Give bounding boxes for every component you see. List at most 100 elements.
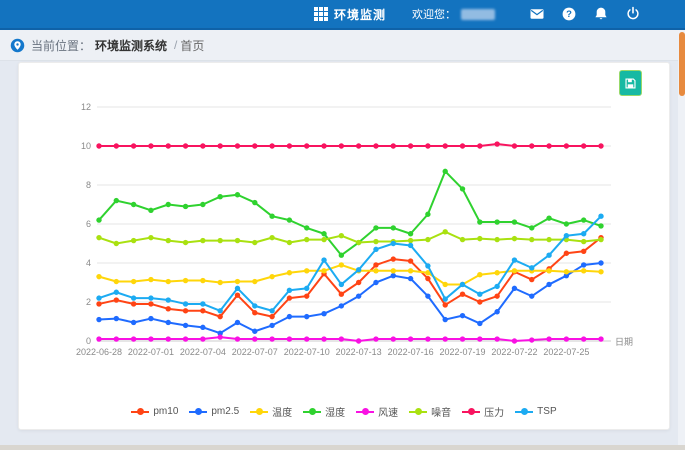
data-point-噪音[interactable]: [373, 239, 378, 244]
data-point-温度[interactable]: [304, 268, 309, 273]
data-point-温度[interactable]: [166, 279, 171, 284]
data-point-温度[interactable]: [200, 278, 205, 283]
data-point-风速[interactable]: [477, 336, 482, 341]
data-point-pm2.5[interactable]: [373, 280, 378, 285]
data-point-TSP[interactable]: [269, 308, 274, 313]
help-icon[interactable]: ?: [561, 6, 577, 22]
data-point-湿度[interactable]: [217, 194, 222, 199]
scrollbar-thumb[interactable]: [679, 32, 685, 96]
data-point-pm2.5[interactable]: [148, 316, 153, 321]
data-point-噪音[interactable]: [494, 237, 499, 242]
data-point-湿度[interactable]: [425, 212, 430, 217]
data-point-TSP[interactable]: [546, 253, 551, 258]
data-point-湿度[interactable]: [443, 169, 448, 174]
data-point-压力[interactable]: [217, 143, 222, 148]
data-point-湿度[interactable]: [269, 214, 274, 219]
data-point-噪音[interactable]: [546, 237, 551, 242]
data-point-湿度[interactable]: [304, 225, 309, 230]
data-point-压力[interactable]: [183, 143, 188, 148]
legend-item-湿度[interactable]: 湿度: [303, 404, 345, 419]
data-point-风速[interactable]: [96, 336, 101, 341]
data-point-温度[interactable]: [391, 268, 396, 273]
data-point-湿度[interactable]: [148, 208, 153, 213]
data-point-温度[interactable]: [269, 274, 274, 279]
data-point-噪音[interactable]: [339, 233, 344, 238]
data-point-温度[interactable]: [494, 270, 499, 275]
data-point-风速[interactable]: [148, 336, 153, 341]
legend-item-pm10[interactable]: pm10: [131, 406, 178, 417]
data-point-温度[interactable]: [512, 268, 517, 273]
data-point-压力[interactable]: [391, 143, 396, 148]
data-point-压力[interactable]: [373, 143, 378, 148]
data-point-压力[interactable]: [304, 143, 309, 148]
data-point-pm10[interactable]: [356, 280, 361, 285]
data-point-压力[interactable]: [408, 143, 413, 148]
data-point-pm2.5[interactable]: [339, 303, 344, 308]
data-point-温度[interactable]: [564, 269, 569, 274]
data-point-pm10[interactable]: [200, 308, 205, 313]
data-point-压力[interactable]: [114, 143, 119, 148]
data-point-TSP[interactable]: [200, 301, 205, 306]
data-point-pm10[interactable]: [529, 277, 534, 282]
data-point-pm10[interactable]: [252, 310, 257, 315]
data-point-湿度[interactable]: [512, 219, 517, 224]
data-point-温度[interactable]: [131, 279, 136, 284]
data-point-pm2.5[interactable]: [598, 260, 603, 265]
data-point-pm10[interactable]: [460, 292, 465, 297]
data-point-TSP[interactable]: [494, 284, 499, 289]
legend-item-TSP[interactable]: TSP: [515, 406, 556, 417]
data-point-压力[interactable]: [425, 143, 430, 148]
data-point-pm10[interactable]: [494, 293, 499, 298]
data-point-pm2.5[interactable]: [131, 320, 136, 325]
data-point-温度[interactable]: [114, 279, 119, 284]
data-point-pm10[interactable]: [131, 301, 136, 306]
data-point-风速[interactable]: [235, 336, 240, 341]
data-point-湿度[interactable]: [200, 202, 205, 207]
data-point-噪音[interactable]: [148, 235, 153, 240]
data-point-湿度[interactable]: [321, 231, 326, 236]
data-point-TSP[interactable]: [477, 292, 482, 297]
data-point-pm10[interactable]: [425, 276, 430, 281]
data-point-pm2.5[interactable]: [546, 282, 551, 287]
data-point-pm10[interactable]: [269, 314, 274, 319]
data-point-pm10[interactable]: [287, 295, 292, 300]
data-point-pm2.5[interactable]: [200, 325, 205, 330]
data-point-噪音[interactable]: [425, 237, 430, 242]
mail-icon[interactable]: [529, 6, 545, 22]
data-point-噪音[interactable]: [200, 238, 205, 243]
data-point-温度[interactable]: [408, 268, 413, 273]
data-point-pm10[interactable]: [339, 292, 344, 297]
data-point-压力[interactable]: [166, 143, 171, 148]
data-point-风速[interactable]: [269, 336, 274, 341]
data-point-TSP[interactable]: [339, 282, 344, 287]
data-point-TSP[interactable]: [564, 233, 569, 238]
data-point-压力[interactable]: [477, 143, 482, 148]
data-point-压力[interactable]: [512, 143, 517, 148]
data-point-湿度[interactable]: [166, 202, 171, 207]
data-point-噪音[interactable]: [235, 238, 240, 243]
data-point-pm2.5[interactable]: [581, 262, 586, 267]
data-point-压力[interactable]: [494, 141, 499, 146]
data-point-温度[interactable]: [148, 277, 153, 282]
data-point-pm10[interactable]: [477, 299, 482, 304]
data-point-温度[interactable]: [287, 270, 292, 275]
data-point-压力[interactable]: [339, 143, 344, 148]
data-point-pm2.5[interactable]: [304, 314, 309, 319]
data-point-湿度[interactable]: [252, 200, 257, 205]
data-point-湿度[interactable]: [114, 198, 119, 203]
data-point-压力[interactable]: [235, 143, 240, 148]
data-point-噪音[interactable]: [581, 239, 586, 244]
data-point-风速[interactable]: [598, 336, 603, 341]
legend-item-风速[interactable]: 风速: [356, 404, 398, 419]
data-point-TSP[interactable]: [529, 265, 534, 270]
data-point-温度[interactable]: [546, 268, 551, 273]
data-point-pm10[interactable]: [96, 301, 101, 306]
data-point-风速[interactable]: [166, 336, 171, 341]
data-point-湿度[interactable]: [339, 253, 344, 258]
breadcrumb-home-link[interactable]: 首页: [180, 37, 204, 54]
data-point-pm2.5[interactable]: [252, 329, 257, 334]
data-point-噪音[interactable]: [443, 229, 448, 234]
data-point-风速[interactable]: [546, 336, 551, 341]
data-point-pm2.5[interactable]: [512, 286, 517, 291]
data-point-压力[interactable]: [321, 143, 326, 148]
